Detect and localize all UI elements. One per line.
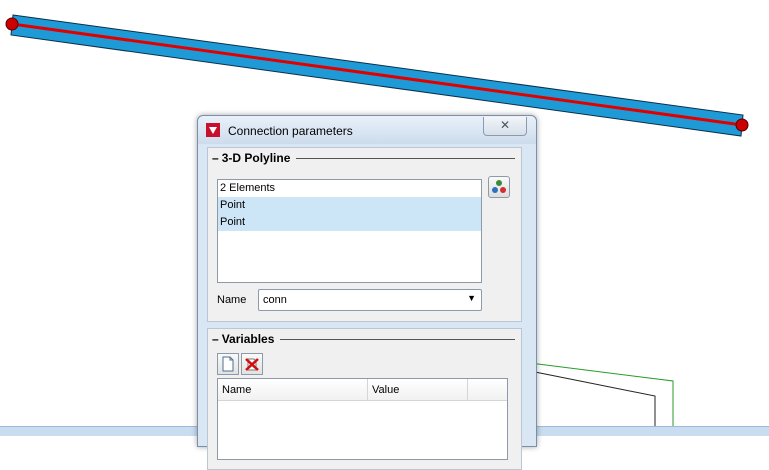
endpoint-end[interactable] [735, 118, 749, 132]
dialog-title: Connection parameters [228, 124, 353, 138]
identify-elements-icon [492, 180, 506, 193]
column-header-filler [468, 379, 507, 401]
dialog-titlebar[interactable]: Connection parameters ✕ [198, 116, 536, 144]
background-frame [529, 362, 674, 426]
group-divider [280, 339, 515, 340]
delete-icon [245, 358, 259, 371]
new-variable-button[interactable] [217, 353, 239, 375]
list-item[interactable]: Point [218, 197, 481, 214]
delete-variable-button[interactable] [241, 353, 263, 375]
variables-group: – Variables Name Value [207, 328, 522, 470]
element-list[interactable]: 2 Elements Point Point [217, 179, 482, 283]
name-label: Name [217, 294, 247, 306]
polyline-group-title: –3-D Polyline [212, 151, 291, 165]
endpoint-start[interactable] [5, 17, 19, 31]
polyline-group: –3-D Polyline 2 Elements Point Point Nam… [207, 147, 522, 322]
variables-group-title: – Variables [212, 332, 275, 346]
new-document-icon [222, 356, 234, 372]
list-item[interactable]: Point [218, 214, 481, 231]
name-value: conn [263, 294, 287, 306]
identify-elements-button[interactable] [488, 176, 510, 198]
group-divider [296, 158, 515, 159]
chevron-down-icon: ▼ [467, 293, 476, 303]
name-combobox[interactable]: conn ▼ [258, 289, 482, 311]
app-icon [206, 123, 220, 137]
column-header-value[interactable]: Value [368, 379, 468, 401]
close-button[interactable]: ✕ [483, 117, 527, 136]
variables-table[interactable]: Name Value [217, 378, 508, 460]
list-item[interactable]: 2 Elements [218, 180, 481, 197]
column-header-name[interactable]: Name [218, 379, 368, 401]
connection-parameters-dialog: Connection parameters ✕ –3-D Polyline 2 … [197, 115, 537, 470]
close-icon: ✕ [499, 118, 511, 132]
